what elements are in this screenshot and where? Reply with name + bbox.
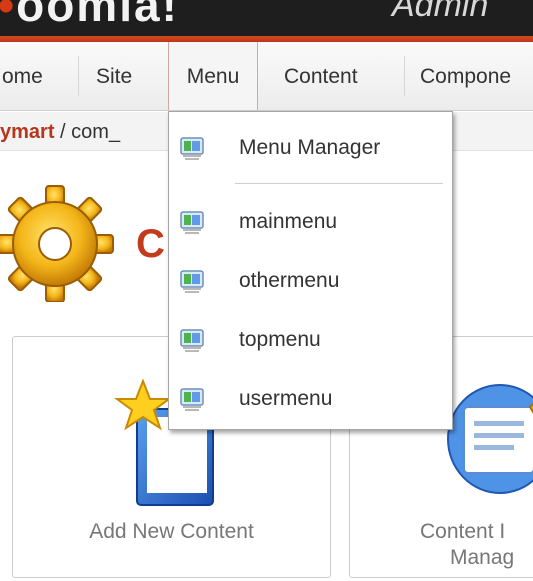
joomla-logo: •oomla!	[0, 0, 179, 32]
menu-content[interactable]: Content	[284, 42, 358, 110]
header-subtitle: Admin	[392, 0, 489, 24]
menu-menu[interactable]: Menu	[168, 42, 258, 110]
menu-manager-icon	[180, 137, 204, 160]
admin-header: •oomla! Admin	[0, 0, 533, 36]
content-manager-label: Content I Manag	[402, 519, 533, 571]
dropdown-item-label: topmenu	[239, 328, 321, 351]
main-menubar: ome Site Menu Content Compone	[0, 42, 533, 111]
dropdown-separator	[235, 183, 443, 184]
logo-dot: •	[0, 0, 16, 31]
menu-components[interactable]: Compone	[420, 42, 511, 110]
menu-separator	[78, 56, 79, 96]
content-manager-icon	[447, 384, 533, 494]
dropdown-item-topmenu[interactable]: topmenu	[169, 318, 452, 364]
breadcrumb-separator: /	[54, 121, 72, 143]
menu-icon	[180, 329, 204, 352]
dropdown-item-label: othermenu	[239, 269, 340, 292]
dropdown-item-label: Menu Manager	[239, 136, 381, 159]
logo-text: oomla!	[16, 0, 179, 31]
dropdown-item-label: usermenu	[239, 387, 333, 410]
content-manager-label-line1: Content I	[420, 520, 506, 543]
dropdown-item-mainmenu[interactable]: mainmenu	[169, 200, 452, 246]
menu-home[interactable]: ome	[2, 42, 43, 110]
add-new-content-label: Add New Content	[89, 520, 254, 543]
dropdown-item-othermenu[interactable]: othermenu	[169, 259, 452, 305]
page-title: C	[136, 222, 165, 266]
dropdown-item-label: mainmenu	[239, 210, 338, 233]
dropdown-item-usermenu[interactable]: usermenu	[169, 377, 452, 423]
gear-icon	[0, 185, 114, 302]
menu-icon	[180, 270, 204, 293]
breadcrumb-current: com_	[71, 121, 121, 143]
dropdown-item-menu-manager[interactable]: Menu Manager	[169, 126, 452, 172]
menu-icon	[180, 211, 204, 234]
menu-site[interactable]: Site	[96, 42, 132, 110]
menu-separator	[404, 56, 405, 96]
menu-dropdown: Menu Manager mainmenu othermenu topmenu …	[168, 111, 453, 430]
menu-icon	[180, 388, 204, 411]
breadcrumb-link[interactable]: ymart	[0, 121, 54, 143]
content-manager-label-line2: Manag	[450, 546, 515, 569]
